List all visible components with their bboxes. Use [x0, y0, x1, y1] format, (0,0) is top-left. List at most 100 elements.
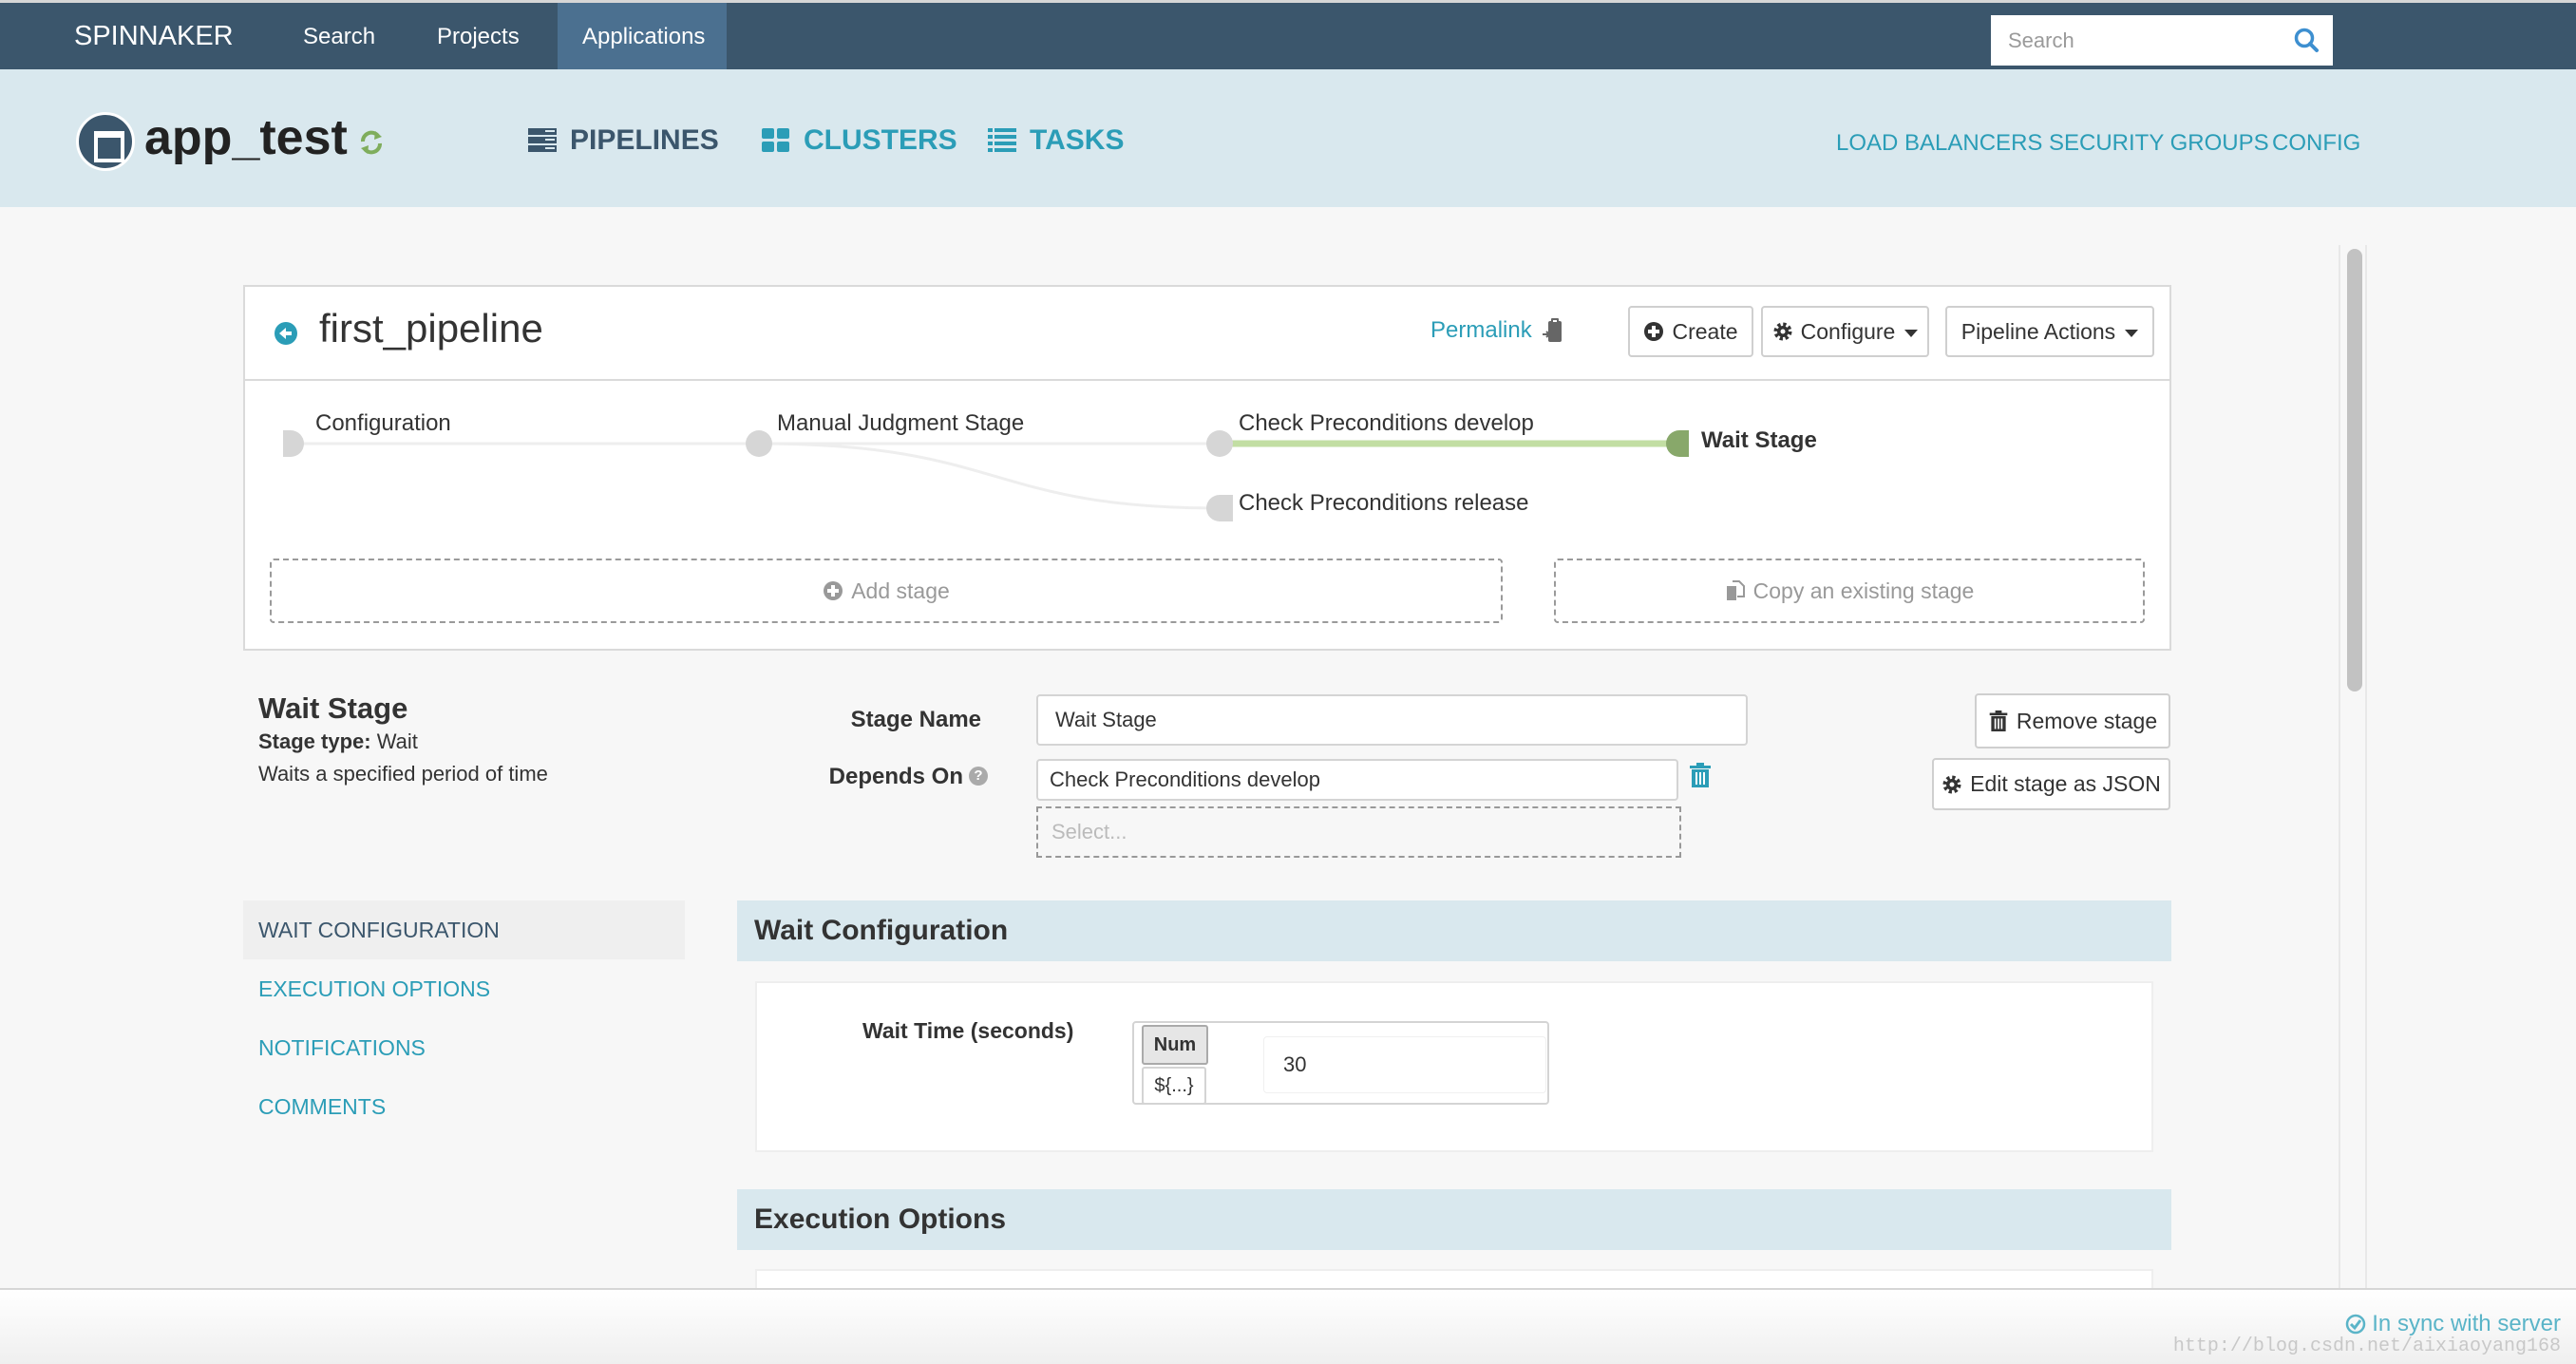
sidebar-item-execution-options[interactable]: EXECUTION OPTIONS: [243, 959, 685, 1018]
trash-icon[interactable]: [1690, 763, 1711, 787]
depends-on-select[interactable]: Select...: [1036, 806, 1681, 858]
sidebar-item-notifications[interactable]: NOTIFICATIONS: [243, 1018, 685, 1077]
plus-circle-icon: [824, 581, 843, 600]
global-search: [1991, 15, 2333, 66]
pipeline-name: first_pipeline: [319, 306, 543, 350]
clipboard-icon[interactable]: [1543, 317, 1563, 344]
status-footer: In sync with server http://blog.csdn.net…: [0, 1288, 2576, 1364]
sidebar-item-comments[interactable]: COMMENTS: [243, 1077, 685, 1136]
application-header: app_test PIPELINES CLUSTERS TASKS LOAD B…: [0, 69, 2576, 276]
wait-configuration-header: Wait Configuration: [737, 900, 2171, 961]
depends-on-tag[interactable]: Check Preconditions develop: [1036, 759, 1678, 801]
configure-label: Configure: [1800, 318, 1896, 344]
top-navbar: SPINNAKER Search Projects Applications: [0, 0, 2576, 69]
application-name: app_test: [144, 110, 348, 165]
edge-judgment-to-release: [757, 442, 1221, 510]
nav-search[interactable]: Search: [278, 3, 400, 69]
edit-stage-json-button[interactable]: Edit stage as JSON: [1932, 758, 2170, 810]
nav-applications[interactable]: Applications: [558, 3, 727, 69]
stage-label-check-develop[interactable]: Check Preconditions develop: [1239, 410, 1534, 437]
wait-time-field: Num ${...} 30: [1132, 1021, 1549, 1105]
expression-toggle[interactable]: ${...}: [1142, 1067, 1206, 1105]
trash-icon: [1989, 710, 2008, 731]
pipeline-actions-label: Pipeline Actions: [1960, 318, 2116, 344]
depends-on-text: Depends On: [828, 764, 963, 789]
copy-stage-button[interactable]: Copy an existing stage: [1554, 559, 2145, 623]
stage-type-value: Wait: [376, 729, 418, 753]
vertical-scrollbar[interactable]: [2339, 245, 2367, 1290]
sync-status: In sync with server: [2345, 1311, 2561, 1337]
create-label: Create: [1672, 318, 1738, 344]
stage-node-wait[interactable]: [1666, 430, 1689, 457]
pipeline-title-bar: first_pipeline Permalink Create Configur…: [245, 287, 2169, 381]
stage-name-value: Wait Stage: [1055, 708, 1157, 731]
nav-projects[interactable]: Projects: [412, 3, 544, 69]
create-button[interactable]: Create: [1628, 306, 1753, 357]
stage-label-wait[interactable]: Wait Stage: [1701, 427, 1817, 454]
stage-name-label: Stage Name: [850, 707, 981, 732]
chevron-down-icon: [2125, 330, 2139, 337]
stage-label-check-release[interactable]: Check Preconditions release: [1239, 490, 1529, 517]
search-icon[interactable]: [2293, 27, 2320, 53]
tab-tasks[interactable]: TASKS: [988, 124, 1124, 157]
stage-type-label: Stage type:: [258, 729, 371, 753]
execution-options-header: Execution Options: [737, 1189, 2171, 1250]
remove-stage-label: Remove stage: [2016, 708, 2158, 733]
scrollbar-thumb[interactable]: [2347, 249, 2362, 691]
pipelines-icon: [528, 128, 557, 152]
add-stage-button[interactable]: Add stage: [270, 559, 1503, 623]
tab-pipelines[interactable]: PIPELINES: [528, 124, 719, 157]
link-load-balancers[interactable]: LOAD BALANCERS: [1836, 130, 2042, 157]
back-arrow-icon[interactable]: [274, 321, 298, 346]
pipeline-card: first_pipeline Permalink Create Configur…: [243, 285, 2171, 651]
search-input[interactable]: [1991, 15, 2257, 66]
pipeline-actions-dropdown[interactable]: Pipeline Actions: [1945, 306, 2154, 357]
copy-icon: [1726, 580, 1745, 600]
tasks-icon: [988, 128, 1016, 152]
wait-time-value: 30: [1283, 1052, 1307, 1076]
active-tab-indicator: [602, 257, 640, 276]
plus-circle-icon: [1644, 322, 1664, 341]
num-toggle[interactable]: Num: [1142, 1025, 1208, 1065]
chevron-down-icon: [1904, 330, 1919, 337]
pipeline-graph: Configuration Manual Judgment Stage Chec…: [245, 382, 2169, 553]
stage-node-manual-judgment[interactable]: [746, 430, 772, 457]
add-stage-label: Add stage: [851, 578, 950, 603]
brand-logo[interactable]: SPINNAKER: [74, 21, 234, 52]
help-icon[interactable]: ?: [969, 767, 988, 786]
tab-clusters[interactable]: CLUSTERS: [762, 124, 957, 157]
copy-stage-label: Copy an existing stage: [1752, 578, 1975, 603]
gear-icon: [1942, 775, 1961, 793]
sidebar-item-wait-configuration[interactable]: WAIT CONFIGURATION: [243, 900, 685, 959]
clusters-icon: [762, 128, 789, 152]
stage-type: Stage type: Wait: [258, 729, 418, 754]
link-config[interactable]: CONFIG: [2272, 130, 2360, 157]
link-security-groups[interactable]: SECURITY GROUPS: [2049, 130, 2269, 157]
wait-time-input[interactable]: 30: [1263, 1036, 1546, 1093]
stage-title: Wait Stage: [258, 691, 408, 725]
check-circle-icon: [2346, 1314, 2366, 1335]
refresh-icon[interactable]: [357, 128, 386, 157]
stage-node-check-develop[interactable]: [1206, 430, 1233, 457]
stage-node-configuration[interactable]: [283, 430, 304, 457]
stage-label-configuration[interactable]: Configuration: [315, 410, 451, 437]
select-placeholder: Select...: [1051, 820, 1127, 843]
depends-on-value: Check Preconditions develop: [1050, 767, 1320, 791]
stage-label-manual-judgment[interactable]: Manual Judgment Stage: [777, 410, 1024, 437]
wait-time-label: Wait Time (seconds): [862, 1018, 1074, 1043]
tab-tasks-label: TASKS: [1030, 124, 1125, 156]
depends-on-label: Depends On?: [760, 764, 988, 790]
remove-stage-button[interactable]: Remove stage: [1975, 693, 2170, 748]
stage-node-check-release[interactable]: [1206, 495, 1233, 521]
edit-json-label: Edit stage as JSON: [1970, 771, 2161, 796]
stage-name-input[interactable]: Wait Stage: [1036, 694, 1748, 746]
sync-status-text: In sync with server: [2372, 1311, 2561, 1336]
application-icon: [76, 112, 135, 171]
tab-pipelines-label: PIPELINES: [570, 124, 719, 156]
tab-clusters-label: CLUSTERS: [804, 124, 957, 156]
watermark: http://blog.csdn.net/aixiaoyang168: [2172, 1336, 2561, 1357]
configure-dropdown[interactable]: Configure: [1761, 306, 1929, 357]
permalink-link[interactable]: Permalink: [1430, 317, 1532, 344]
stage-description: Waits a specified period of time: [258, 762, 548, 786]
pipeline-graph-edges: [283, 430, 1689, 521]
